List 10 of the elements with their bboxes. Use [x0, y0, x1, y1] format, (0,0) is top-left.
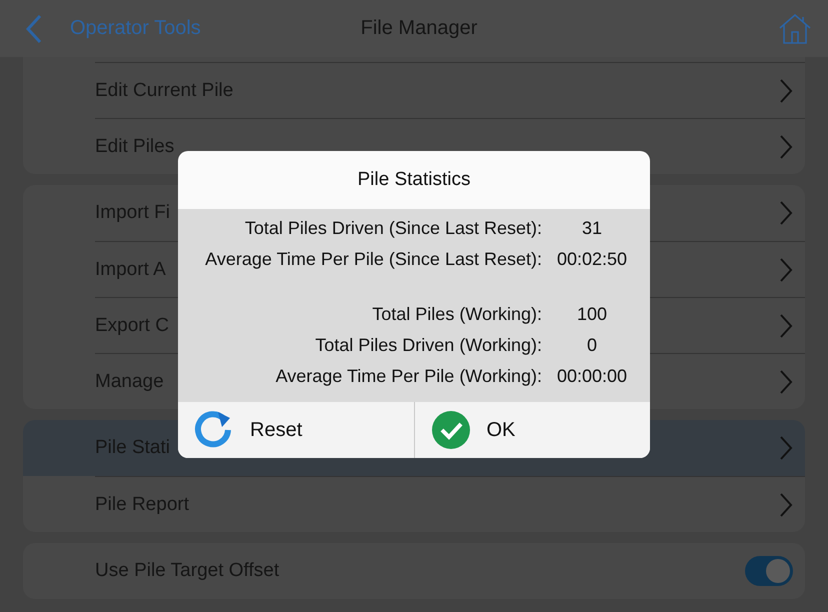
stat-value: 31 [580, 218, 604, 239]
stat-value: 100 [576, 304, 608, 325]
stat-label: Average Time Per Pile (Working): [274, 366, 542, 387]
stat-value: 00:02:50 [556, 249, 628, 270]
stat-value: 00:00:00 [556, 366, 628, 387]
stat-label: Total Piles Driven (Working): [314, 335, 542, 356]
stat-label: Average Time Per Pile (Since Last Reset): [204, 249, 542, 270]
stat-value: 0 [586, 335, 598, 356]
stat-label: Total Piles Driven (Since Last Reset): [244, 218, 542, 239]
stat-label: Total Piles (Working): [371, 304, 542, 325]
